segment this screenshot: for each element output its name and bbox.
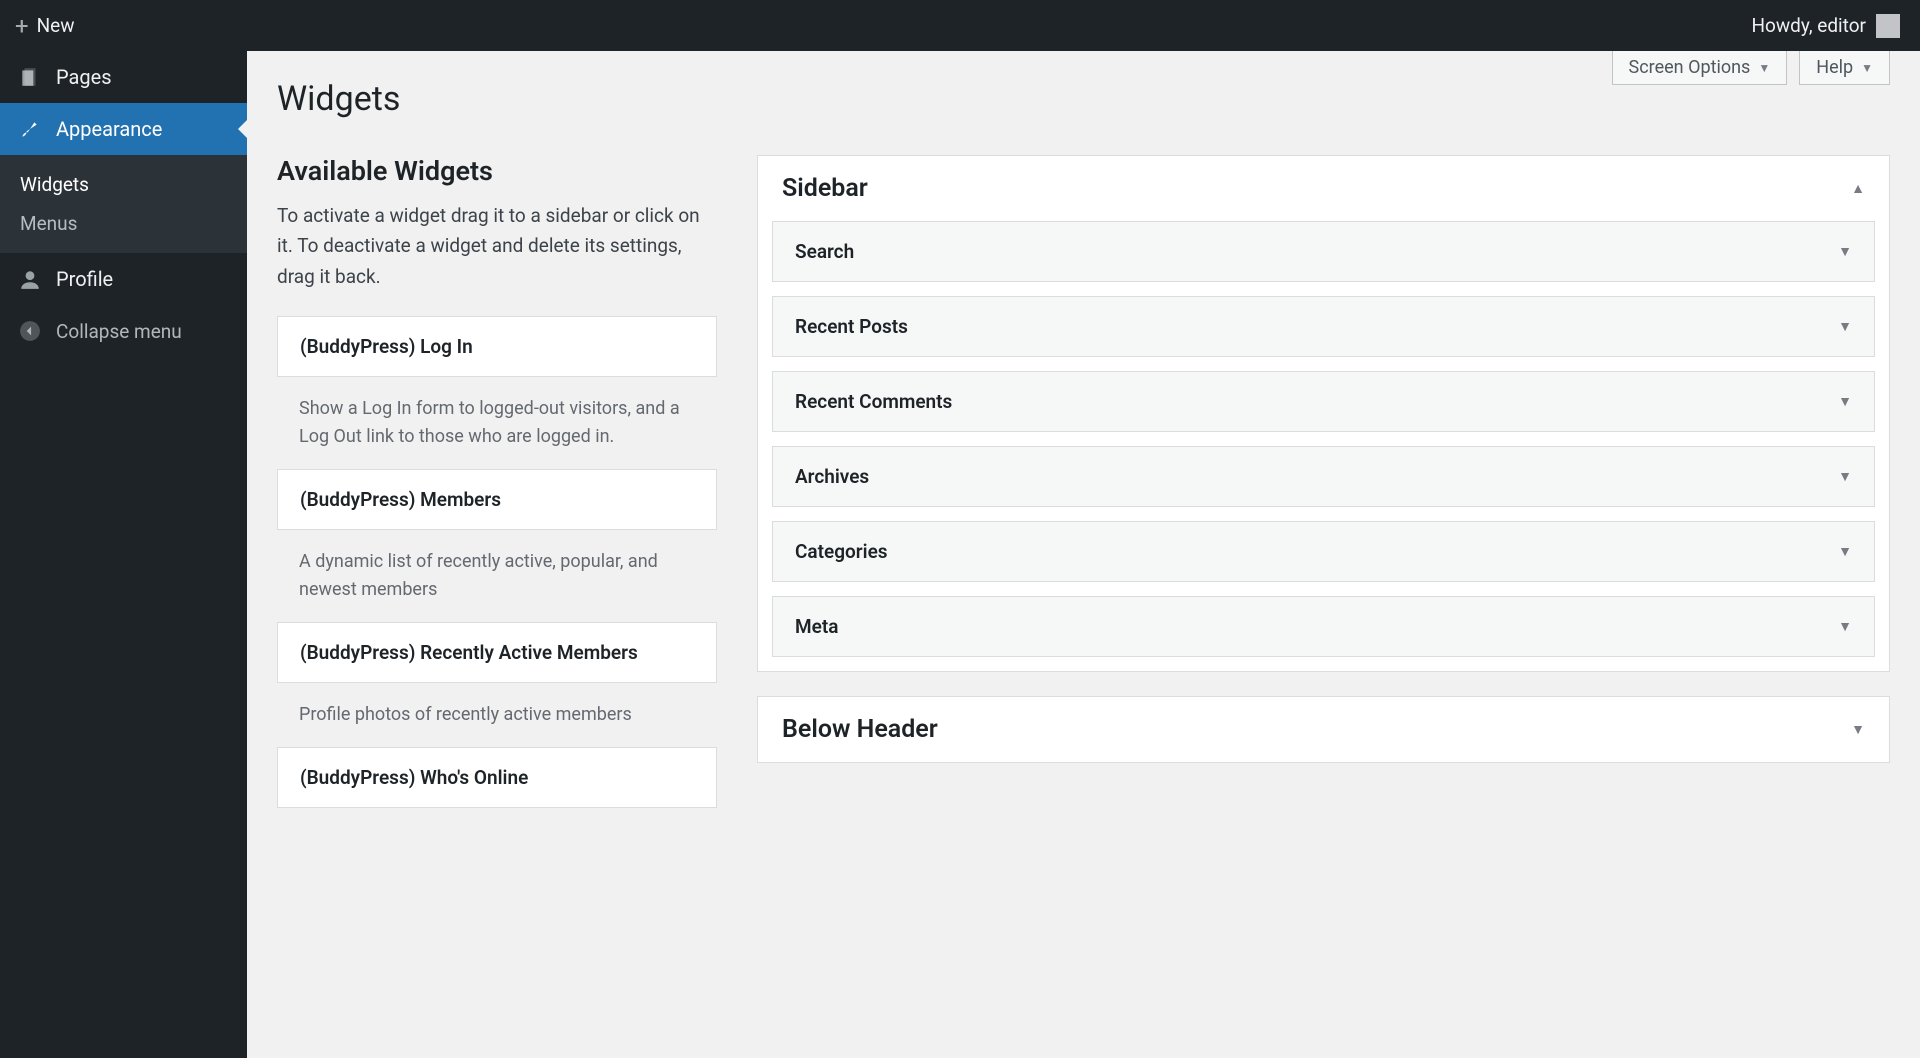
available-widgets-title: Available Widgets	[277, 155, 717, 187]
widget-area-header[interactable]: Below Header ▼	[758, 697, 1889, 762]
placed-widget[interactable]: Recent Comments ▼	[772, 371, 1875, 432]
triangle-down-icon: ▼	[1851, 721, 1865, 738]
screen-options-button[interactable]: Screen Options ▼	[1612, 51, 1788, 85]
triangle-down-icon: ▼	[1838, 243, 1852, 260]
pages-icon	[18, 65, 42, 89]
available-widget-desc: A dynamic list of recently active, popul…	[277, 530, 717, 622]
triangle-down-icon: ▼	[1838, 543, 1852, 560]
sidebar-item-pages[interactable]: Pages	[0, 51, 247, 103]
admin-sidebar: Pages Appearance Widgets Menus Profile C…	[0, 51, 247, 1058]
sidebar-item-appearance[interactable]: Appearance	[0, 103, 247, 155]
triangle-down-icon: ▼	[1838, 318, 1852, 335]
sidebar-item-profile[interactable]: Profile	[0, 253, 247, 305]
screen-options-label: Screen Options	[1629, 57, 1751, 78]
available-widget[interactable]: (BuddyPress) Log In	[277, 316, 717, 377]
placed-widget[interactable]: Archives ▼	[772, 446, 1875, 507]
placed-widget-title: Recent Comments	[795, 390, 952, 413]
admin-topbar: + New Howdy, editor	[0, 0, 1920, 51]
triangle-down-icon: ▼	[1838, 393, 1852, 410]
available-widgets-column: Available Widgets To activate a widget d…	[277, 155, 717, 808]
placed-widget-title: Categories	[795, 540, 888, 563]
topbar-right[interactable]: Howdy, editor	[1751, 14, 1900, 38]
triangle-down-icon: ▼	[1838, 618, 1852, 635]
widget-area-header[interactable]: Sidebar ▲	[758, 156, 1889, 221]
brush-icon	[18, 117, 42, 141]
help-button[interactable]: Help ▼	[1799, 51, 1890, 85]
placed-widget[interactable]: Meta ▼	[772, 596, 1875, 657]
howdy-text: Howdy, editor	[1751, 14, 1866, 37]
new-label: New	[37, 14, 75, 37]
placed-widget[interactable]: Search ▼	[772, 221, 1875, 282]
available-widget-desc: Show a Log In form to logged-out visitor…	[277, 377, 717, 469]
placed-widget-title: Meta	[795, 615, 838, 638]
menu-label: Pages	[56, 65, 112, 89]
top-controls: Screen Options ▼ Help ▼	[1612, 51, 1890, 85]
available-widget[interactable]: (BuddyPress) Who's Online	[277, 747, 717, 808]
available-widgets-desc: To activate a widget drag it to a sideba…	[277, 201, 717, 292]
user-icon	[18, 267, 42, 291]
collapse-menu-button[interactable]: Collapse menu	[0, 305, 247, 357]
main-content: Screen Options ▼ Help ▼ Widgets Availabl…	[247, 51, 1920, 1058]
widget-areas-column: Sidebar▲Search▼Recent Posts▼Recent Comme…	[757, 155, 1890, 808]
widget-area-title: Sidebar	[782, 174, 868, 203]
widget-area-panel: Below Header ▼	[757, 696, 1890, 763]
triangle-down-icon: ▼	[1838, 468, 1852, 485]
submenu-item-menus[interactable]: Menus	[0, 204, 247, 243]
available-widget-desc: Profile photos of recently active member…	[277, 683, 717, 747]
appearance-submenu: Widgets Menus	[0, 155, 247, 253]
available-widget[interactable]: (BuddyPress) Recently Active Members	[277, 622, 717, 683]
triangle-up-icon: ▲	[1851, 180, 1865, 197]
plus-icon: +	[15, 12, 29, 40]
available-widget[interactable]: (BuddyPress) Members	[277, 469, 717, 530]
placed-widget-title: Search	[795, 240, 854, 263]
widget-area-panel: Sidebar▲Search▼Recent Posts▼Recent Comme…	[757, 155, 1890, 672]
caret-down-icon: ▼	[1861, 61, 1873, 75]
widget-area-title: Below Header	[782, 715, 938, 744]
placed-widget-title: Recent Posts	[795, 315, 908, 338]
placed-widget-title: Archives	[795, 465, 869, 488]
topbar-left: + New	[15, 12, 75, 40]
collapse-icon	[18, 319, 42, 343]
placed-widget[interactable]: Recent Posts ▼	[772, 296, 1875, 357]
new-button[interactable]: + New	[15, 12, 75, 40]
avatar	[1876, 14, 1900, 38]
menu-label: Profile	[56, 267, 113, 291]
widget-area-body: Search▼Recent Posts▼Recent Comments▼Arch…	[758, 221, 1889, 671]
help-label: Help	[1816, 57, 1853, 78]
placed-widget[interactable]: Categories ▼	[772, 521, 1875, 582]
submenu-item-widgets[interactable]: Widgets	[0, 165, 247, 204]
collapse-label: Collapse menu	[56, 320, 182, 343]
caret-down-icon: ▼	[1758, 61, 1770, 75]
menu-label: Appearance	[56, 117, 162, 141]
